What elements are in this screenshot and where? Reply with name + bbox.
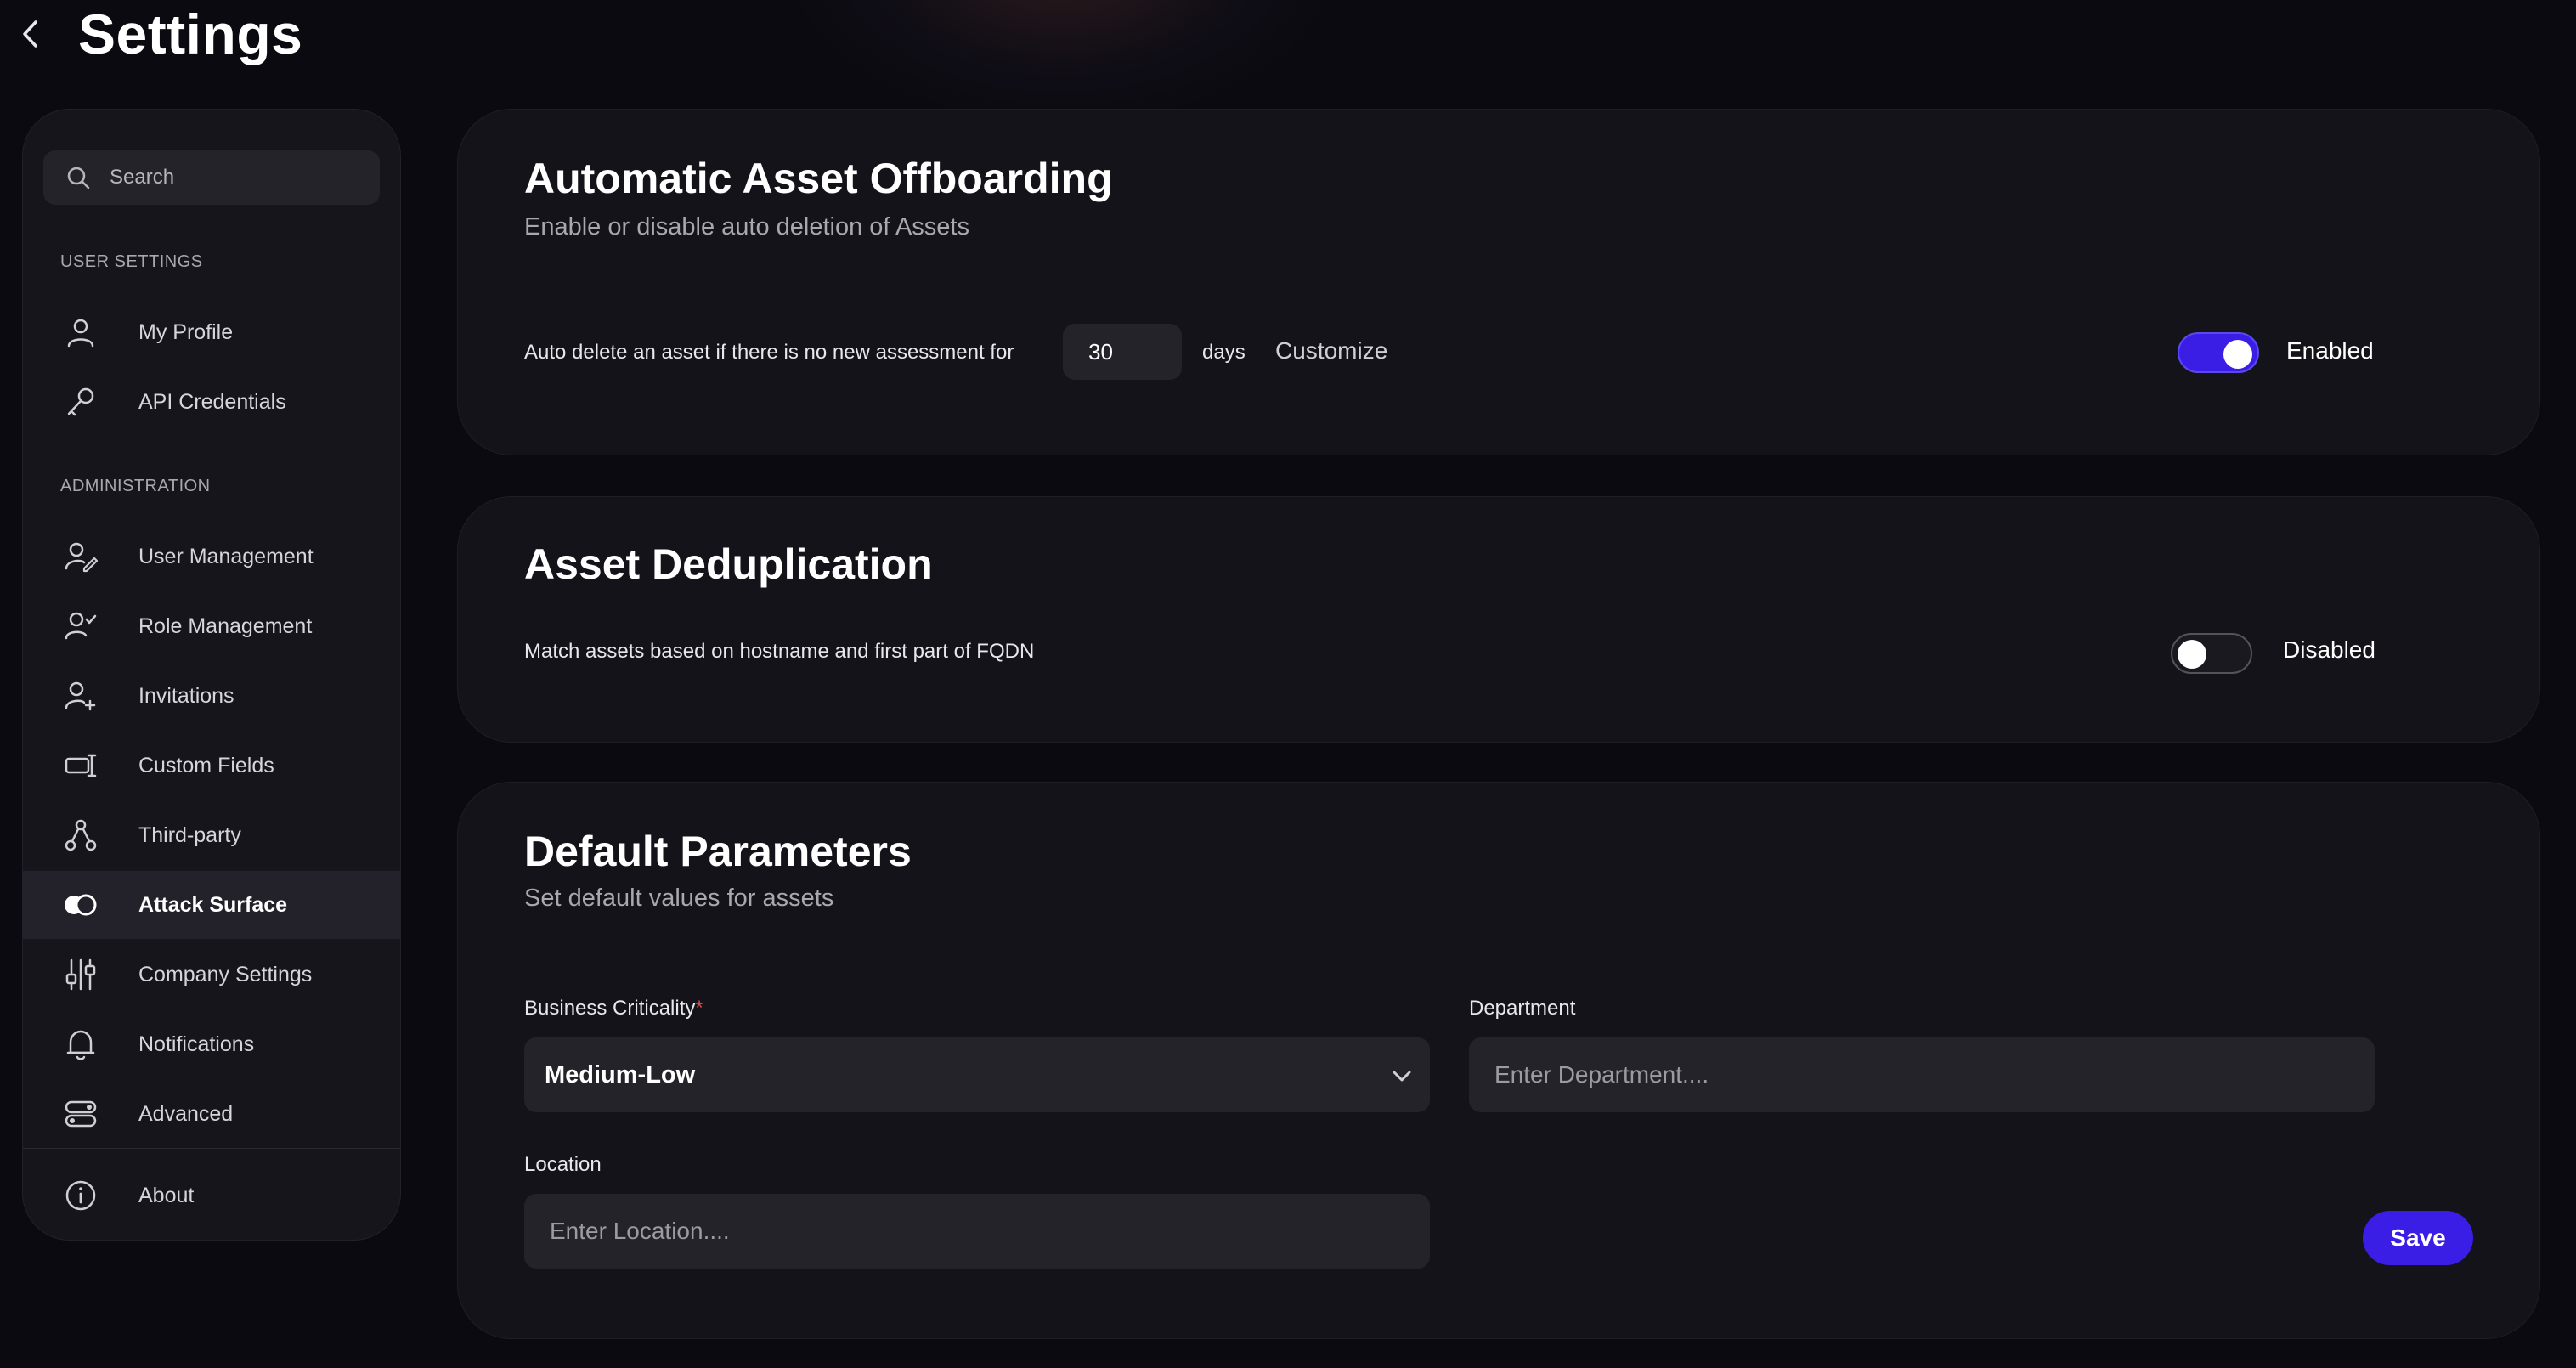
deduplication-title: Asset Deduplication (524, 540, 933, 588)
offboarding-toggle[interactable] (2178, 332, 2259, 373)
sidebar-item-custom-fields[interactable]: Custom Fields (23, 732, 400, 800)
user-check-icon (62, 608, 99, 645)
offboarding-rule-text: Auto delete an asset if there is no new … (524, 341, 1014, 364)
department-label: Department (1469, 997, 1576, 1020)
section-label-user-settings: USER SETTINGS (60, 252, 203, 271)
user-icon (62, 314, 99, 351)
offboarding-subtitle: Enable or disable auto deletion of Asset… (524, 213, 969, 240)
toggles-icon (62, 1095, 99, 1133)
search-input[interactable] (108, 165, 366, 190)
sidebar-item-api-credentials[interactable]: API Credentials (23, 368, 400, 436)
sidebar-item-label: Advanced (138, 1101, 234, 1126)
deduplication-card: Asset Deduplication Match assets based o… (457, 496, 2540, 743)
offboarding-days-input[interactable] (1063, 324, 1182, 380)
chevron-down-icon (1389, 1063, 1415, 1093)
toggle-knob (2223, 340, 2252, 369)
sidebar-item-advanced[interactable]: Advanced (23, 1080, 400, 1148)
sidebar-divider (23, 1148, 400, 1149)
sidebar-item-label: Custom Fields (138, 753, 274, 777)
user-edit-icon (62, 538, 99, 575)
sidebar-item-label: Role Management (138, 613, 313, 638)
custom-fields-icon (62, 747, 99, 784)
search-icon (67, 167, 90, 189)
deduplication-toggle[interactable] (2171, 633, 2252, 674)
criticality-label: Business Criticality* (524, 997, 703, 1020)
sidebar-item-label: User Management (138, 544, 314, 568)
sidebar-item-label: API Credentials (138, 389, 286, 414)
deduplication-rule-text: Match assets based on hostname and first… (524, 640, 1035, 663)
deduplication-status-label: Disabled (2283, 636, 2375, 663)
sidebar-item-invitations[interactable]: Invitations (23, 662, 400, 730)
offboarding-card: Automatic Asset Offboarding Enable or di… (457, 109, 2540, 455)
offboarding-status-label: Enabled (2286, 337, 2374, 364)
chevron-left-icon (23, 20, 37, 48)
defaults-subtitle: Set default values for assets (524, 885, 834, 912)
toggle-knob (2178, 640, 2206, 669)
location-input[interactable] (524, 1194, 1430, 1269)
sidebar-item-attack-surface[interactable]: Attack Surface (23, 871, 400, 939)
save-button[interactable]: Save (2363, 1211, 2473, 1265)
sidebar-item-label: Invitations (138, 683, 234, 708)
attack-surface-icon (62, 886, 99, 924)
sidebar-item-label: Company Settings (138, 962, 313, 986)
sidebar-item-my-profile[interactable]: My Profile (23, 298, 400, 366)
key-icon (62, 383, 99, 421)
defaults-title: Default Parameters (524, 828, 912, 875)
offboarding-title: Automatic Asset Offboarding (524, 155, 1113, 202)
settings-sidebar: USER SETTINGS My Profile API Credentials… (22, 109, 401, 1241)
criticality-select[interactable]: Medium-Low (524, 1037, 1430, 1112)
third-party-icon (62, 817, 99, 854)
sliders-icon (62, 956, 99, 993)
default-parameters-card: Default Parameters Set default values fo… (457, 782, 2540, 1339)
search-box[interactable] (43, 150, 380, 205)
sidebar-item-label: My Profile (138, 319, 234, 344)
location-label: Location (524, 1153, 602, 1176)
department-input[interactable] (1469, 1037, 2375, 1112)
criticality-value: Medium-Low (545, 1060, 696, 1088)
sidebar-item-label: Third-party (138, 822, 241, 847)
required-mark: * (695, 997, 703, 1020)
sidebar-item-about[interactable]: About (23, 1162, 400, 1230)
customize-link[interactable]: Customize (1275, 337, 1387, 365)
section-label-administration: ADMINISTRATION (60, 477, 211, 495)
sidebar-item-notifications[interactable]: Notifications (23, 1010, 400, 1078)
sidebar-item-role-management[interactable]: Role Management (23, 592, 400, 660)
user-plus-icon (62, 677, 99, 715)
offboarding-days-label: days (1202, 341, 1246, 364)
sidebar-item-label: About (138, 1183, 195, 1207)
info-icon (62, 1177, 99, 1214)
back-button[interactable] (15, 17, 46, 51)
sidebar-item-user-management[interactable]: User Management (23, 523, 400, 591)
sidebar-item-company-settings[interactable]: Company Settings (23, 941, 400, 1009)
sidebar-item-label: Notifications (138, 1032, 255, 1056)
page-title: Settings (78, 3, 303, 65)
sidebar-item-third-party[interactable]: Third-party (23, 801, 400, 869)
sidebar-item-label: Attack Surface (138, 892, 288, 917)
bell-icon (62, 1026, 99, 1063)
